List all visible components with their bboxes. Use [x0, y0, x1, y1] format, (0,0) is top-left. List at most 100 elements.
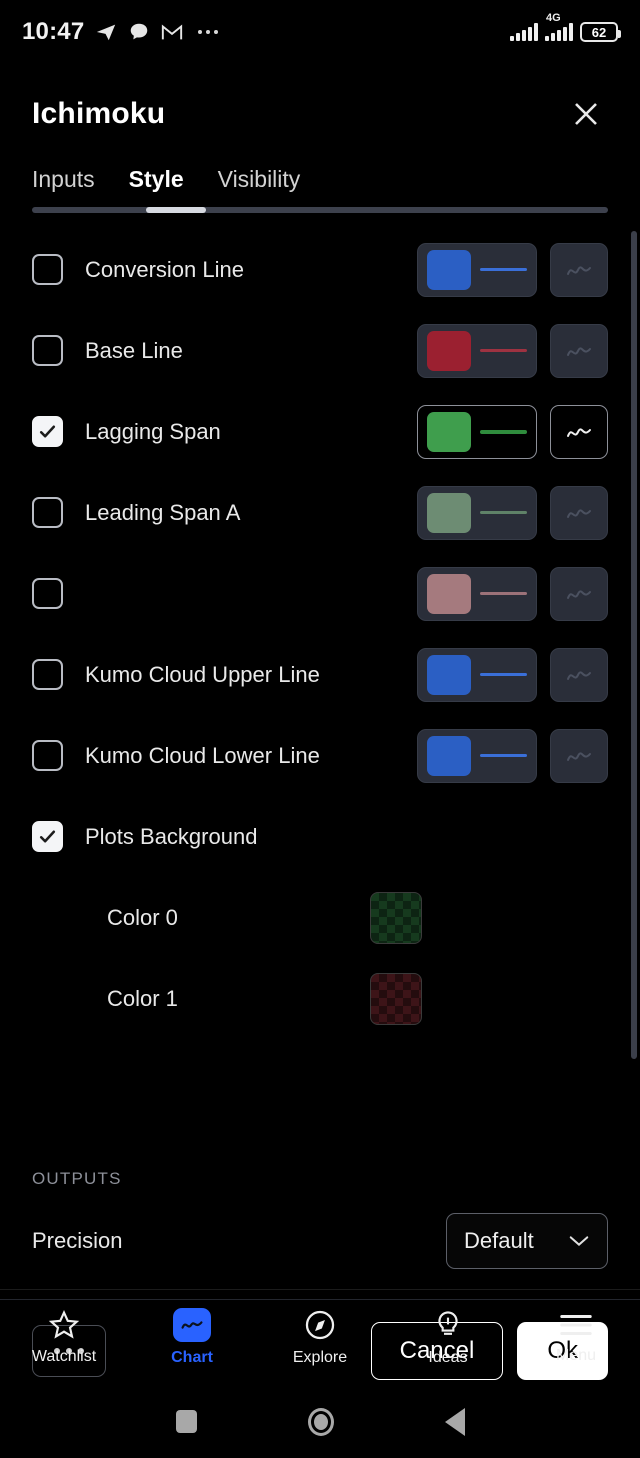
color-swatch[interactable]	[427, 735, 471, 776]
compass-icon	[305, 1310, 335, 1340]
line-preview	[480, 429, 527, 434]
section-header-outputs: OUTPUTS	[32, 1169, 122, 1188]
status-bar-right: 4G 62	[510, 12, 621, 42]
precision-label: Precision	[32, 1228, 123, 1253]
table-row[interactable]	[0, 553, 640, 634]
line-style-button[interactable]	[550, 404, 608, 459]
color-swatch[interactable]	[427, 492, 471, 533]
color-line-button[interactable]	[417, 323, 537, 378]
check-icon	[39, 425, 56, 438]
line-preview	[480, 754, 527, 757]
color-swatch[interactable]	[427, 654, 471, 695]
checkbox-leading-span-a[interactable]	[32, 497, 63, 528]
row-controls	[417, 728, 608, 783]
tab-inputs[interactable]: Inputs	[32, 166, 95, 207]
row-label: Color 1	[107, 985, 178, 1011]
color-swatch-transparent[interactable]	[370, 891, 422, 944]
status-bar-left: 10:47	[22, 18, 219, 46]
wave-icon	[567, 427, 591, 437]
row-label: Plots Background	[85, 823, 258, 849]
line-preview	[480, 268, 527, 271]
wave-icon	[567, 508, 591, 518]
bottom-navigation: Watchlist Chart Explore Ideas Menu	[0, 1289, 640, 1385]
table-row[interactable]: Kumo Cloud Upper Line	[0, 634, 640, 715]
style-list: Conversion Line Base Line Lagging Span L…	[0, 213, 640, 1143]
row-controls	[417, 323, 608, 378]
precision-select[interactable]: Default	[446, 1213, 608, 1269]
color-swatch[interactable]	[427, 573, 471, 614]
checkbox-kumo-cloud-upper-line[interactable]	[32, 659, 63, 690]
nav-label: Explore	[292, 1349, 348, 1366]
color-line-button[interactable]	[417, 242, 537, 297]
line-style-button[interactable]	[550, 485, 608, 540]
color-swatch[interactable]	[427, 330, 471, 371]
color-line-button[interactable]	[417, 485, 537, 540]
color-line-button[interactable]	[417, 404, 537, 459]
color-swatch-transparent[interactable]	[370, 972, 422, 1025]
system-navigation-bar	[0, 1385, 640, 1458]
row-label: Color 0	[107, 904, 178, 930]
checkbox-unnamed-plot[interactable]	[32, 578, 63, 609]
hamburger-icon	[560, 1314, 592, 1336]
row-label: Kumo Cloud Upper Line	[85, 661, 320, 687]
table-row[interactable]: Conversion Line	[0, 229, 640, 310]
checkbox-kumo-cloud-lower-line[interactable]	[32, 740, 63, 771]
dialog-header: Ichimoku	[0, 64, 640, 136]
line-style-button[interactable]	[550, 647, 608, 702]
checkbox-plots-background[interactable]	[32, 821, 63, 852]
status-time: 10:47	[22, 18, 85, 45]
table-row[interactable]: Lagging Span	[0, 391, 640, 472]
recents-button[interactable]	[175, 1410, 197, 1433]
row-controls	[417, 404, 608, 459]
wave-icon	[567, 589, 591, 599]
color-line-button[interactable]	[417, 647, 537, 702]
table-row[interactable]: Plots Background	[0, 796, 640, 877]
check-icon	[39, 830, 56, 843]
color-line-button[interactable]	[417, 566, 537, 621]
line-style-button[interactable]	[550, 323, 608, 378]
table-row[interactable]: Color 1	[0, 958, 640, 1039]
nav-item-menu[interactable]: Menu	[512, 1310, 640, 1365]
back-button[interactable]	[444, 1407, 465, 1436]
table-row[interactable]: Leading Span A	[0, 472, 640, 553]
wave-icon	[567, 751, 591, 761]
signal-bars-secondary-icon	[545, 23, 573, 41]
gmail-icon	[162, 24, 183, 40]
color-swatch[interactable]	[427, 411, 471, 452]
lightbulb-icon	[438, 1311, 458, 1335]
chat-bubble-icon	[131, 23, 148, 40]
line-preview	[480, 592, 527, 595]
page-title: Ichimoku	[32, 97, 166, 130]
row-controls	[417, 242, 608, 297]
close-button[interactable]	[564, 92, 608, 136]
nav-item-chart[interactable]: Chart	[128, 1308, 256, 1367]
wave-icon	[567, 670, 591, 680]
row-controls	[370, 891, 422, 944]
nav-item-ideas[interactable]: Ideas	[384, 1308, 512, 1367]
precision-value: Default	[464, 1228, 534, 1253]
vertical-scrollbar[interactable]	[631, 231, 637, 1059]
table-row[interactable]: Kumo Cloud Lower Line	[0, 715, 640, 796]
color-swatch[interactable]	[427, 249, 471, 290]
tab-style[interactable]: Style	[129, 166, 184, 207]
line-preview	[480, 511, 527, 514]
line-style-button[interactable]	[550, 242, 608, 297]
line-style-button[interactable]	[550, 728, 608, 783]
color-line-button[interactable]	[417, 728, 537, 783]
home-button[interactable]	[307, 1407, 334, 1436]
checkbox-conversion-line[interactable]	[32, 254, 63, 285]
nav-item-watchlist[interactable]: Watchlist	[0, 1309, 128, 1366]
row-controls	[417, 485, 608, 540]
table-row[interactable]: Base Line	[0, 310, 640, 391]
star-icon	[48, 1310, 80, 1339]
line-style-button[interactable]	[550, 566, 608, 621]
tab-visibility[interactable]: Visibility	[218, 166, 301, 207]
checkbox-lagging-span[interactable]	[32, 416, 63, 447]
signal-bars-icon	[510, 23, 538, 41]
nav-label: Watchlist	[31, 1348, 97, 1365]
checkbox-base-line[interactable]	[32, 335, 63, 366]
table-row[interactable]: Color 0	[0, 877, 640, 958]
chevron-down-icon	[569, 1236, 589, 1247]
nav-item-explore[interactable]: Explore	[256, 1308, 384, 1367]
row-label: Base Line	[85, 337, 183, 363]
